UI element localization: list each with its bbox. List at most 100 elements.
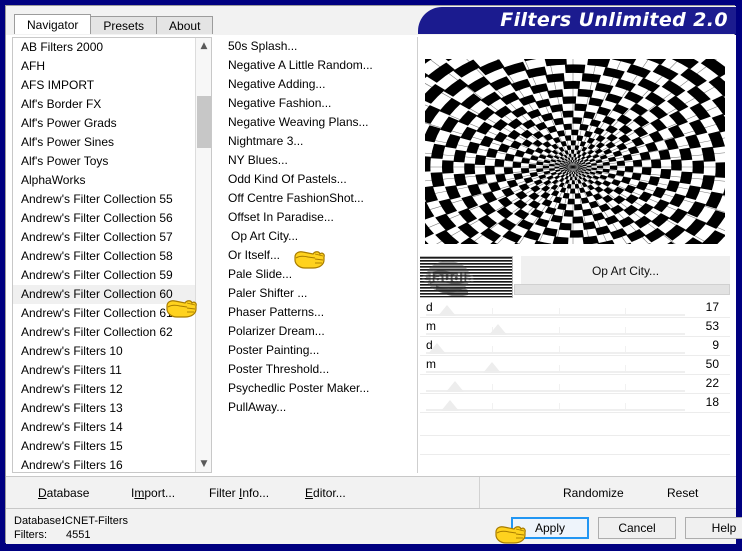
main-content: AB Filters 2000 AFH AFS IMPORT Alf's Border… <box>6 35 736 476</box>
database-button[interactable]: Database <box>38 484 89 502</box>
import-button[interactable]: Import... <box>131 484 175 502</box>
slider-track[interactable] <box>426 352 685 354</box>
category-list-item[interactable]: Andrew's Filters 14 <box>13 418 196 437</box>
category-list-item[interactable]: Andrew's Filter Collection 62 <box>13 323 196 342</box>
filter-list-item[interactable]: Negative Fashion... <box>216 94 417 113</box>
slider-tick <box>558 384 560 390</box>
category-list-item[interactable]: AB Filters 2000 <box>13 38 196 57</box>
category-list-item[interactable]: Andrew's Filters 13 <box>13 399 196 418</box>
category-list-item[interactable]: Andrew's Filters 16 <box>13 456 196 472</box>
filter-list-item[interactable]: Off Centre FashionShot... <box>216 189 417 208</box>
filter-list-item[interactable]: Polarizer Dream... <box>216 322 417 341</box>
category-list-item[interactable]: Andrew's Filters 15 <box>13 437 196 456</box>
slider-row[interactable]: m 50 <box>420 356 730 375</box>
slider-thumb[interactable] <box>488 324 507 335</box>
slider-track[interactable] <box>426 390 685 392</box>
slider-tick <box>558 365 560 371</box>
slider-track[interactable] <box>426 333 685 335</box>
slider-row[interactable]: d 17 <box>420 299 730 318</box>
filter-list-item[interactable]: Negative Weaving Plans... <box>216 113 417 132</box>
filter-list[interactable]: 50s Splash... Negative A Little Random...… <box>216 37 418 473</box>
tab-navigator[interactable]: Navigator <box>14 14 92 34</box>
editor-button[interactable]: Editor... <box>305 484 346 502</box>
category-list-item[interactable]: Andrew's Filter Collection 55 <box>13 190 196 209</box>
category-list-item[interactable]: Alf's Power Toys <box>13 152 196 171</box>
slider-tick <box>624 384 626 390</box>
filter-list-item[interactable]: Phaser Patterns... <box>216 303 417 322</box>
filter-list-items[interactable]: 50s Splash... Negative A Little Random...… <box>216 37 417 417</box>
category-list-item[interactable]: AlphaWorks <box>13 171 196 190</box>
source-thumbnail[interactable]: claudia <box>420 256 513 298</box>
filter-list-item[interactable]: NY Blues... <box>216 151 417 170</box>
slider-tick <box>558 308 560 314</box>
scroll-down-icon[interactable]: ▼ <box>196 456 211 472</box>
slider-track[interactable] <box>426 371 685 373</box>
category-list-item[interactable]: Andrew's Filters 10 <box>13 342 196 361</box>
filter-list-item[interactable]: Poster Painting... <box>216 341 417 360</box>
op-art-cell <box>609 165 618 170</box>
slider-row[interactable]: 22 <box>420 375 730 394</box>
filter-list-item-selected[interactable]: Op Art City... <box>228 228 302 244</box>
category-list-item[interactable]: Andrew's Filter Collection 58 <box>13 247 196 266</box>
category-list-item[interactable]: Alf's Power Grads <box>13 114 196 133</box>
slider-value: 22 <box>705 376 719 390</box>
filter-list-item[interactable]: Negative Adding... <box>216 75 417 94</box>
filter-list-item[interactable]: Psychedlic Poster Maker... <box>216 379 417 398</box>
filter-info-button[interactable]: Filter Info... <box>209 484 269 502</box>
category-list-item[interactable]: Alf's Border FX <box>13 95 196 114</box>
slider-row[interactable]: d9 <box>420 337 730 356</box>
slider-thumb[interactable] <box>438 305 457 316</box>
preview-image[interactable] <box>425 59 725 244</box>
op-art-cell <box>570 149 575 154</box>
filter-list-item[interactable]: PullAway... <box>216 398 417 417</box>
category-list[interactable]: AB Filters 2000 AFH AFS IMPORT Alf's Border… <box>12 37 212 473</box>
category-list-item[interactable]: Andrew's Filters 12 <box>13 380 196 399</box>
slider-tick <box>624 327 626 333</box>
category-list-item[interactable]: Andrew's Filter Collection 61 <box>13 304 196 323</box>
cancel-button[interactable]: Cancel <box>598 517 676 539</box>
op-art-cell <box>563 80 581 90</box>
category-list-item[interactable]: Alf's Power Sines <box>13 133 196 152</box>
filter-list-item[interactable]: Paler Shifter ... <box>216 284 417 303</box>
category-list-item[interactable]: Andrew's Filter Collection 59 <box>13 266 196 285</box>
category-list-scrollbar[interactable]: ▲ ▼ <box>195 38 211 472</box>
filter-list-item[interactable]: Op Art City... <box>216 227 417 246</box>
slider-thumb[interactable] <box>440 400 459 411</box>
category-list-item[interactable]: AFH <box>13 57 196 76</box>
filter-list-item[interactable]: Nightmare 3... <box>216 132 417 151</box>
slider-row[interactable]: 18 <box>420 394 730 413</box>
apply-button[interactable]: Apply <box>511 517 589 539</box>
slider-thumb[interactable] <box>483 362 502 373</box>
help-button[interactable]: Help <box>685 517 742 539</box>
reset-button[interactable]: Reset <box>667 484 698 502</box>
filter-list-item[interactable]: Pale Slide... <box>216 265 417 284</box>
scrollbar-thumb[interactable] <box>197 96 211 148</box>
title-bar: Filters Unlimited 2.0 Navigator Presets … <box>6 6 736 34</box>
slider-filler <box>420 435 730 473</box>
category-list-item[interactable]: Andrew's Filter Collection 56 <box>13 209 196 228</box>
slider-track[interactable] <box>426 409 685 411</box>
filter-list-item[interactable]: Negative A Little Random... <box>216 56 417 75</box>
category-list-items[interactable]: AB Filters 2000 AFH AFS IMPORT Alf's Border… <box>13 38 196 472</box>
preview-panel: claudia Op Art City... d 17 m 53 d 9 m 50 22 18 <box>420 37 730 473</box>
category-list-item[interactable]: Andrew's Filter Collection 60 <box>13 285 196 304</box>
filter-list-item[interactable]: Poster Threshold... <box>216 360 417 379</box>
category-list-item[interactable]: Andrew's Filters 11 <box>13 361 196 380</box>
slider-tick <box>558 327 560 333</box>
category-list-item[interactable]: Andrew's Filter Collection 57 <box>13 228 196 247</box>
slider-thumb[interactable] <box>446 381 465 392</box>
filter-list-item[interactable]: Offset In Paradise... <box>216 208 417 227</box>
filter-list-item[interactable]: 50s Splash... <box>216 37 417 56</box>
slider-track[interactable] <box>426 314 685 316</box>
op-art-cell <box>715 162 725 178</box>
slider-row[interactable]: m 53 <box>420 318 730 337</box>
randomize-button[interactable]: Randomize <box>563 484 624 502</box>
tab-presets[interactable]: Presets <box>90 16 158 34</box>
filter-list-item[interactable]: Or Itself... <box>216 246 417 265</box>
op-art-cell <box>552 236 569 244</box>
category-list-item[interactable]: AFS IMPORT <box>13 76 196 95</box>
filter-list-item[interactable]: Odd Kind Of Pastels... <box>216 170 417 189</box>
scroll-up-icon[interactable]: ▲ <box>196 38 211 54</box>
tab-about[interactable]: About <box>156 16 214 34</box>
op-art-cell <box>570 188 576 194</box>
